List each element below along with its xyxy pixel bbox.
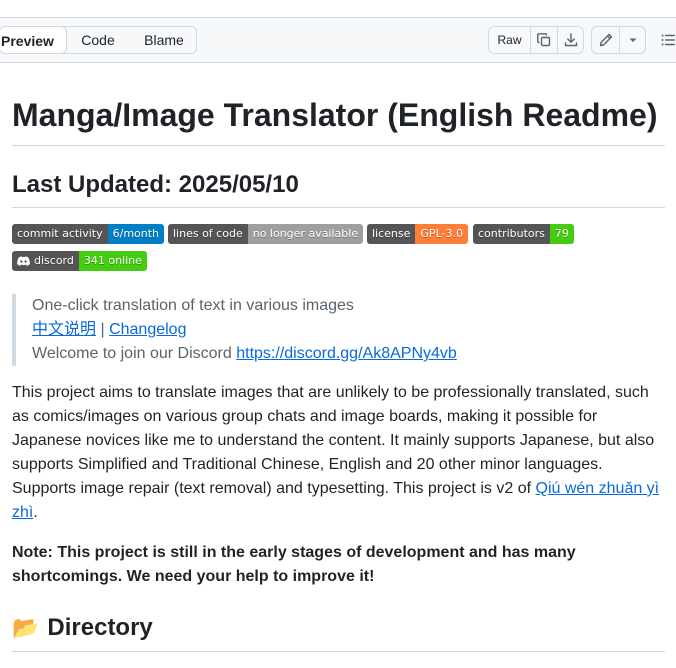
badge-label: discord: [34, 254, 74, 267]
discord-invite-text: Welcome to join our Discord: [32, 345, 237, 362]
last-updated-heading: Last Updated: 2025/05/10: [12, 171, 299, 198]
edit-file-button[interactable]: [592, 27, 620, 53]
tab-preview[interactable]: Preview: [0, 26, 67, 54]
license-badge[interactable]: license GPL-3.0: [367, 224, 468, 244]
directory-heading: 📂 Directory: [12, 612, 153, 644]
download-icon: [564, 33, 577, 47]
chinese-readme-link[interactable]: 中文说明: [32, 321, 96, 338]
badge-label: license: [367, 224, 416, 244]
lines-of-code-badge[interactable]: lines of code no longer available: [168, 224, 364, 244]
view-mode-segmented-control: Preview Code Blame: [0, 26, 197, 54]
list-unordered-icon: [661, 34, 675, 46]
discord-invite-link[interactable]: https://discord.gg/Ak8APNy4vb: [236, 345, 457, 362]
triangle-down-icon: [629, 38, 636, 42]
pencil-icon: [599, 33, 612, 47]
commit-activity-badge[interactable]: commit activity 6/month: [12, 224, 165, 244]
file-toolbar: Preview Code Blame Raw: [0, 18, 676, 63]
badge-label: contributors: [473, 224, 550, 244]
edit-options-dropdown[interactable]: [619, 27, 646, 53]
quote-tagline: One-click translation of text in various…: [32, 297, 354, 314]
link-separator: |: [96, 321, 110, 338]
copy-icon: [536, 33, 550, 47]
changelog-link[interactable]: Changelog: [109, 321, 186, 338]
quote-links: 中文说明 | Changelog: [32, 318, 672, 342]
copy-raw-button[interactable]: [530, 27, 558, 53]
badge-value: 79: [549, 224, 574, 244]
directory-divider: [12, 651, 665, 652]
quote-discord: Welcome to join our Discord https://disc…: [32, 342, 672, 366]
badge-value: 341 online: [78, 251, 147, 271]
badge-label: lines of code: [168, 224, 248, 244]
badge-label-group: discord: [12, 251, 79, 271]
edit-button-group: [591, 26, 646, 54]
badge-value: GPL-3.0: [415, 224, 468, 244]
outline-button[interactable]: [657, 26, 676, 54]
last-updated-divider: [12, 207, 665, 208]
badge-value: 6/month: [107, 224, 165, 244]
discord-icon: [17, 255, 30, 266]
discord-badge[interactable]: discord 341 online: [12, 251, 147, 271]
tab-code[interactable]: Code: [67, 26, 129, 54]
raw-button-group: Raw: [488, 26, 584, 54]
folder-icon: 📂: [12, 615, 40, 640]
badge-value: no longer available: [247, 224, 364, 244]
download-raw-button[interactable]: [557, 27, 584, 53]
tab-blame[interactable]: Blame: [131, 26, 197, 54]
raw-button[interactable]: Raw: [489, 27, 531, 53]
development-note: Note: This project is still in the early…: [12, 544, 576, 585]
title-divider: [12, 145, 665, 146]
readme-title: Manga/Image Translator (English Readme): [12, 97, 658, 133]
directory-heading-text: Directory: [47, 614, 153, 641]
contributors-badge[interactable]: contributors 79: [473, 224, 574, 244]
intro-end: .: [33, 504, 38, 521]
badge-label: commit activity: [12, 224, 108, 244]
intro-blockquote: One-click translation of text in various…: [12, 294, 672, 366]
intro-paragraph: This project aims to translate images th…: [12, 381, 665, 525]
